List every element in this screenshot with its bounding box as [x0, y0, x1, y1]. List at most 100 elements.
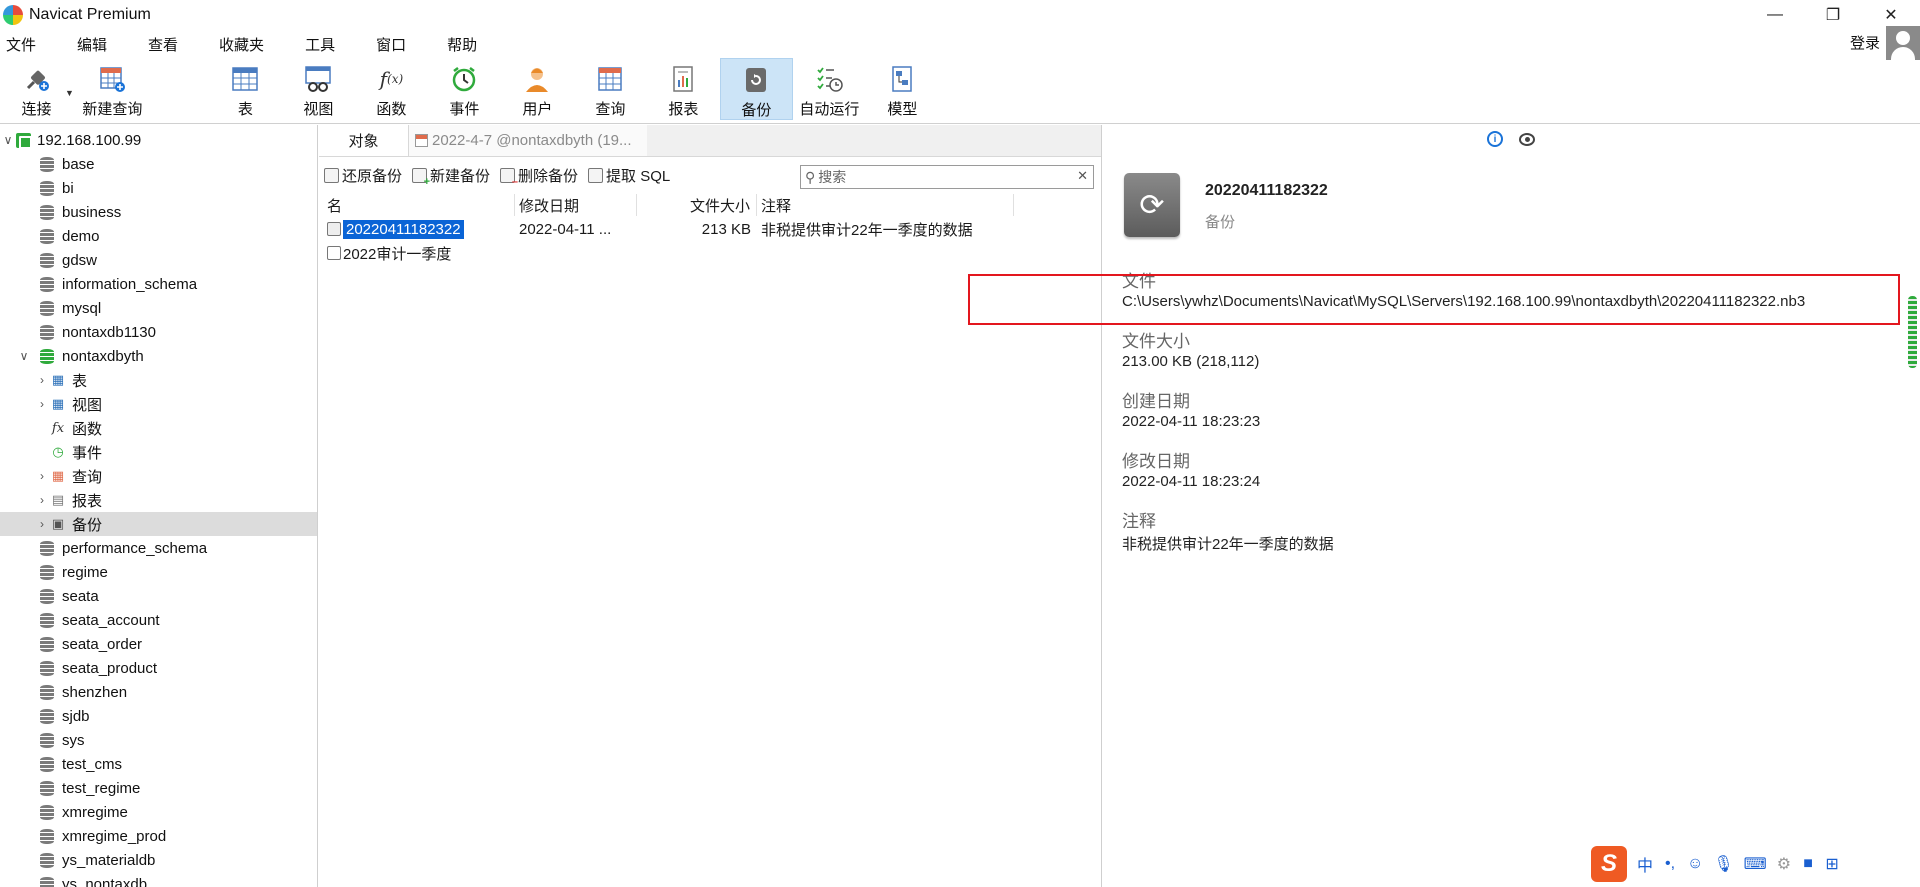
query-button[interactable]: 查询: [574, 58, 647, 120]
chevron-right-icon[interactable]: ›: [34, 397, 50, 411]
function-button[interactable]: f (x) 函数: [355, 58, 428, 120]
eye-icon[interactable]: [1519, 131, 1535, 147]
row-size: 213 KB: [701, 220, 751, 238]
tree-db[interactable]: base: [0, 152, 317, 176]
menu-favorites[interactable]: 收藏夹: [209, 34, 274, 55]
event-button[interactable]: 事件: [428, 58, 501, 120]
ime-punctuation-toggle[interactable]: •,: [1663, 855, 1677, 873]
tree-db[interactable]: business: [0, 200, 317, 224]
report-button[interactable]: 报表: [647, 58, 720, 120]
tree-db[interactable]: seata_account: [0, 608, 317, 632]
new-query-button[interactable]: 新建查询: [76, 58, 149, 120]
view-button[interactable]: 视图: [282, 58, 355, 120]
sogou-logo-icon[interactable]: S: [1591, 846, 1627, 882]
backup-button[interactable]: 备份: [719, 58, 793, 120]
column-modified[interactable]: 修改日期: [515, 194, 637, 216]
tree-db[interactable]: xmregime_prod: [0, 824, 317, 848]
tree-item-reports[interactable]: › ▤ 报表: [0, 488, 317, 512]
chevron-right-icon[interactable]: ›: [34, 373, 50, 387]
tree-db[interactable]: xmregime: [0, 800, 317, 824]
tree-db[interactable]: seata_order: [0, 632, 317, 656]
menu-file[interactable]: 文件: [0, 34, 46, 55]
chevron-right-icon[interactable]: ›: [34, 469, 50, 483]
extract-sql-button[interactable]: 提取 SQL: [588, 165, 670, 186]
scroll-indicator[interactable]: [1908, 296, 1917, 368]
table-row[interactable]: 20220411182322 2022-04-11 ... 213 KB 非税提…: [325, 217, 1101, 241]
skin-icon[interactable]: ■: [1801, 855, 1815, 873]
login-link[interactable]: 登录: [1850, 32, 1880, 53]
tree-item-queries[interactable]: › ▦ 查询: [0, 464, 317, 488]
menu-tools[interactable]: 工具: [295, 34, 345, 55]
chevron-right-icon[interactable]: ›: [34, 493, 50, 507]
menu-help[interactable]: 帮助: [437, 34, 487, 55]
tree-db[interactable]: seata: [0, 584, 317, 608]
ime-language-toggle[interactable]: 中: [1637, 852, 1653, 876]
tree-db[interactable]: bi: [0, 176, 317, 200]
emoji-icon[interactable]: ☺: [1687, 855, 1703, 873]
database-icon: [40, 276, 54, 292]
info-icon[interactable]: i: [1487, 131, 1503, 147]
new-backup-button[interactable]: 新建备份: [412, 165, 490, 188]
tab-objects[interactable]: 对象: [319, 125, 409, 156]
tree-db[interactable]: ys_materialdb: [0, 848, 317, 872]
maximize-button[interactable]: ❐: [1804, 0, 1862, 30]
model-button[interactable]: 模型: [866, 58, 939, 120]
alarm-clock-icon: [449, 64, 479, 94]
tree-item-views[interactable]: › ▦ 视图: [0, 392, 317, 416]
tree-item-tables[interactable]: › ▦ 表: [0, 368, 317, 392]
tree-db[interactable]: sjdb: [0, 704, 317, 728]
tree-db[interactable]: test_regime: [0, 776, 317, 800]
tree-db[interactable]: performance_schema: [0, 536, 317, 560]
tree-item-events[interactable]: ◷ 事件: [0, 440, 317, 464]
tree-db[interactable]: nontaxdb1130: [0, 320, 317, 344]
tree-db[interactable]: information_schema: [0, 272, 317, 296]
table-row[interactable]: 2022审计一季度: [325, 241, 1101, 265]
backup-folder-icon: [327, 246, 341, 260]
menu-view[interactable]: 查看: [138, 34, 188, 55]
tree-db[interactable]: seata_product: [0, 656, 317, 680]
tree-item-backups[interactable]: › ▣ 备份: [0, 512, 317, 536]
chevron-down-icon[interactable]: ∨: [16, 349, 32, 363]
tree-server[interactable]: ∨ 192.168.100.99: [0, 128, 317, 152]
tree-db[interactable]: shenzhen: [0, 680, 317, 704]
user-button[interactable]: 用户: [501, 58, 574, 120]
created-label: 创建日期: [1122, 392, 1190, 411]
column-size[interactable]: 文件大小: [637, 194, 757, 216]
tree-db[interactable]: sys: [0, 728, 317, 752]
column-comment[interactable]: 注释: [757, 194, 1014, 216]
column-name[interactable]: 名: [325, 194, 515, 216]
tab-query-document[interactable]: 2022-4-7 @nontaxdbyth (19...: [409, 125, 647, 156]
database-icon: [40, 540, 54, 556]
function-icon: f (x): [379, 67, 404, 91]
autorun-button[interactable]: 自动运行: [793, 58, 866, 120]
microphone-icon[interactable]: 🎙: [1713, 854, 1733, 874]
delete-backup-button[interactable]: 删除备份: [500, 165, 578, 188]
tree-db[interactable]: mysql: [0, 296, 317, 320]
keyboard-icon[interactable]: ⌨: [1744, 854, 1767, 874]
minimize-button[interactable]: —: [1746, 0, 1804, 30]
connect-dropdown-icon[interactable]: ▼: [65, 88, 74, 98]
menu-edit[interactable]: 编辑: [67, 34, 117, 55]
tree-db-open[interactable]: ∨ nontaxdbyth: [0, 344, 317, 368]
tree-db[interactable]: regime: [0, 560, 317, 584]
chevron-right-icon[interactable]: ›: [34, 517, 50, 531]
restore-backup-button[interactable]: 还原备份: [324, 165, 402, 186]
tree-db[interactable]: ys_nontaxdb: [0, 872, 317, 887]
backup-file-icon: [327, 222, 341, 236]
tree-db[interactable]: demo: [0, 224, 317, 248]
search-input[interactable]: ⚲ 搜索 ✕: [800, 165, 1094, 189]
grid-menu-icon[interactable]: ⊞: [1825, 854, 1839, 874]
tree-item-functions[interactable]: fx 函数: [0, 416, 317, 440]
connect-button[interactable]: 连接: [0, 58, 73, 120]
chevron-down-icon[interactable]: ∨: [0, 133, 16, 147]
menu-window[interactable]: 窗口: [366, 34, 416, 55]
report-icon: ▤: [51, 492, 65, 507]
tree-db[interactable]: test_cms: [0, 752, 317, 776]
tree-db[interactable]: gdsw: [0, 248, 317, 272]
avatar[interactable]: [1886, 26, 1920, 60]
toolbox-icon[interactable]: ⚙: [1777, 854, 1791, 874]
table-button[interactable]: 表: [209, 58, 282, 120]
navigation-tree[interactable]: ∨ 192.168.100.99 base bi business demo g…: [0, 125, 318, 887]
clear-icon[interactable]: ✕: [1077, 168, 1088, 184]
database-icon: [40, 708, 54, 724]
